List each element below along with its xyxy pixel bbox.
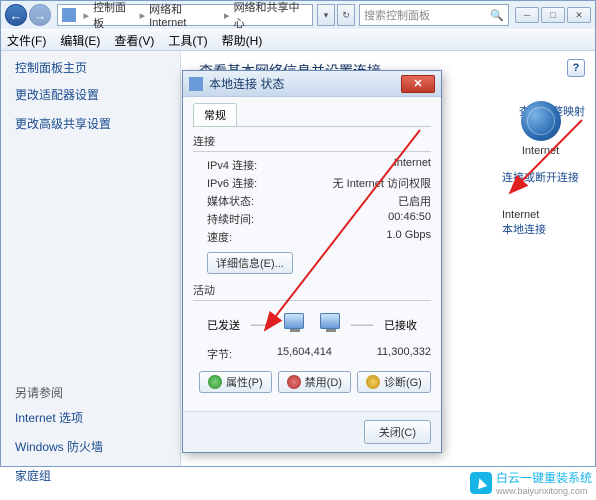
menu-file[interactable]: 文件(F) (7, 32, 46, 49)
ipv4-label: IPv4 连接: (207, 157, 257, 173)
dialog-titlebar[interactable]: 本地连接 状态 ✕ (183, 71, 441, 97)
minimize-button[interactable]: ─ (515, 7, 539, 23)
media-value: 已启用 (398, 193, 431, 209)
bytes-sent: 15,604,414 (277, 346, 332, 358)
connection-group: 连接 (193, 133, 431, 152)
ipv6-value: 无 Internet 访问权限 (333, 175, 431, 191)
activity-icon (284, 309, 340, 341)
help-button[interactable]: ? (567, 59, 585, 77)
shield-icon (287, 375, 301, 389)
sidebar-firewall[interactable]: Windows 防火墙 (15, 438, 166, 455)
access-type-label: Internet (502, 209, 579, 221)
disable-button[interactable]: 禁用(D) (278, 371, 351, 393)
dialog-close-button[interactable]: ✕ (401, 75, 435, 93)
forward-button[interactable]: → (29, 4, 51, 26)
control-panel-icon (62, 8, 76, 22)
addressbar-dropdown[interactable]: ▾ (317, 4, 335, 26)
recv-label: 已接收 (384, 317, 417, 333)
sidebar-see-also: 另请参阅 (15, 384, 166, 401)
sidebar-home[interactable]: 控制面板主页 (15, 59, 166, 76)
network-map-panel: Internet 查看完整映射 连接或断开连接 Internet 本地连接 (502, 101, 579, 237)
duration-value: 00:46:50 (388, 211, 431, 227)
dialog-body: 常规 连接 IPv4 连接: Internet IPv6 连接: 无 Interne… (183, 97, 441, 411)
close-dialog-button[interactable]: 关闭(C) (364, 420, 431, 444)
menu-tools[interactable]: 工具(T) (168, 32, 207, 49)
back-button[interactable]: ← (5, 4, 27, 26)
internet-globe-icon (521, 101, 561, 141)
menu-edit[interactable]: 编辑(E) (60, 32, 100, 49)
media-label: 媒体状态: (207, 193, 254, 209)
close-button[interactable]: ✕ (567, 7, 591, 23)
watermark: 白云一键重装系统 www.baiyunxitong.com (470, 469, 592, 496)
breadcrumb-item[interactable]: 控制面板 (93, 0, 136, 31)
properties-button[interactable]: 属性(P) (199, 371, 272, 393)
sidebar-sharing-settings[interactable]: 更改高级共享设置 (15, 115, 166, 132)
maximize-button[interactable]: □ (541, 7, 565, 23)
breadcrumb-item[interactable]: 网络和 Internet (149, 1, 220, 29)
bytes-recv: 11,300,332 (377, 346, 431, 362)
watermark-brand: 白云一键重装系统 (496, 471, 592, 485)
ipv6-label: IPv6 连接: (207, 175, 257, 191)
diagnose-button[interactable]: 诊断(G) (357, 371, 431, 393)
sent-label: 已发送 (207, 317, 240, 333)
sidebar-adapter-settings[interactable]: 更改适配器设置 (15, 86, 166, 103)
tab-general[interactable]: 常规 (193, 103, 237, 126)
search-input[interactable]: 搜索控制面板 🔍 (359, 4, 509, 26)
watermark-url: www.baiyunxitong.com (496, 486, 592, 496)
shield-icon (366, 375, 380, 389)
breadcrumb-item[interactable]: 网络和共享中心 (234, 0, 308, 31)
menubar: 文件(F) 编辑(E) 查看(V) 工具(T) 帮助(H) (1, 29, 595, 51)
ipv4-value: Internet (394, 157, 431, 173)
sidebar-homegroup[interactable]: 家庭组 (15, 467, 166, 484)
watermark-logo-icon (470, 472, 492, 494)
speed-label: 速度: (207, 229, 232, 245)
duration-label: 持续时间: (207, 211, 254, 227)
details-button[interactable]: 详细信息(E)... (207, 252, 293, 274)
connect-link[interactable]: 连接或断开连接 (502, 169, 579, 185)
addressbar[interactable]: ▸ 控制面板 ▸ 网络和 Internet ▸ 网络和共享中心 (57, 4, 313, 26)
refresh-button[interactable]: ↻ (337, 4, 355, 26)
activity-group: 活动 (193, 282, 431, 301)
dialog-title: 本地连接 状态 (209, 75, 401, 92)
sidebar: 控制面板主页 更改适配器设置 更改高级共享设置 另请参阅 Internet 选项… (1, 51, 181, 466)
search-icon: 🔍 (490, 9, 504, 22)
dialog-footer: 关闭(C) (183, 411, 441, 452)
bytes-label: 字节: (207, 346, 232, 362)
network-icon (189, 77, 203, 91)
menu-view[interactable]: 查看(V) (114, 32, 154, 49)
sidebar-internet-options[interactable]: Internet 选项 (15, 409, 166, 426)
speed-value: 1.0 Gbps (386, 229, 431, 245)
shield-icon (208, 375, 222, 389)
connection-status-dialog: 本地连接 状态 ✕ 常规 连接 IPv4 连接: Internet IPv6 连接… (182, 70, 442, 453)
menu-help[interactable]: 帮助(H) (222, 32, 263, 49)
local-connection-link[interactable]: 本地连接 (502, 221, 579, 237)
titlebar: ← → ▸ 控制面板 ▸ 网络和 Internet ▸ 网络和共享中心 ▾ ↻ … (1, 1, 595, 29)
